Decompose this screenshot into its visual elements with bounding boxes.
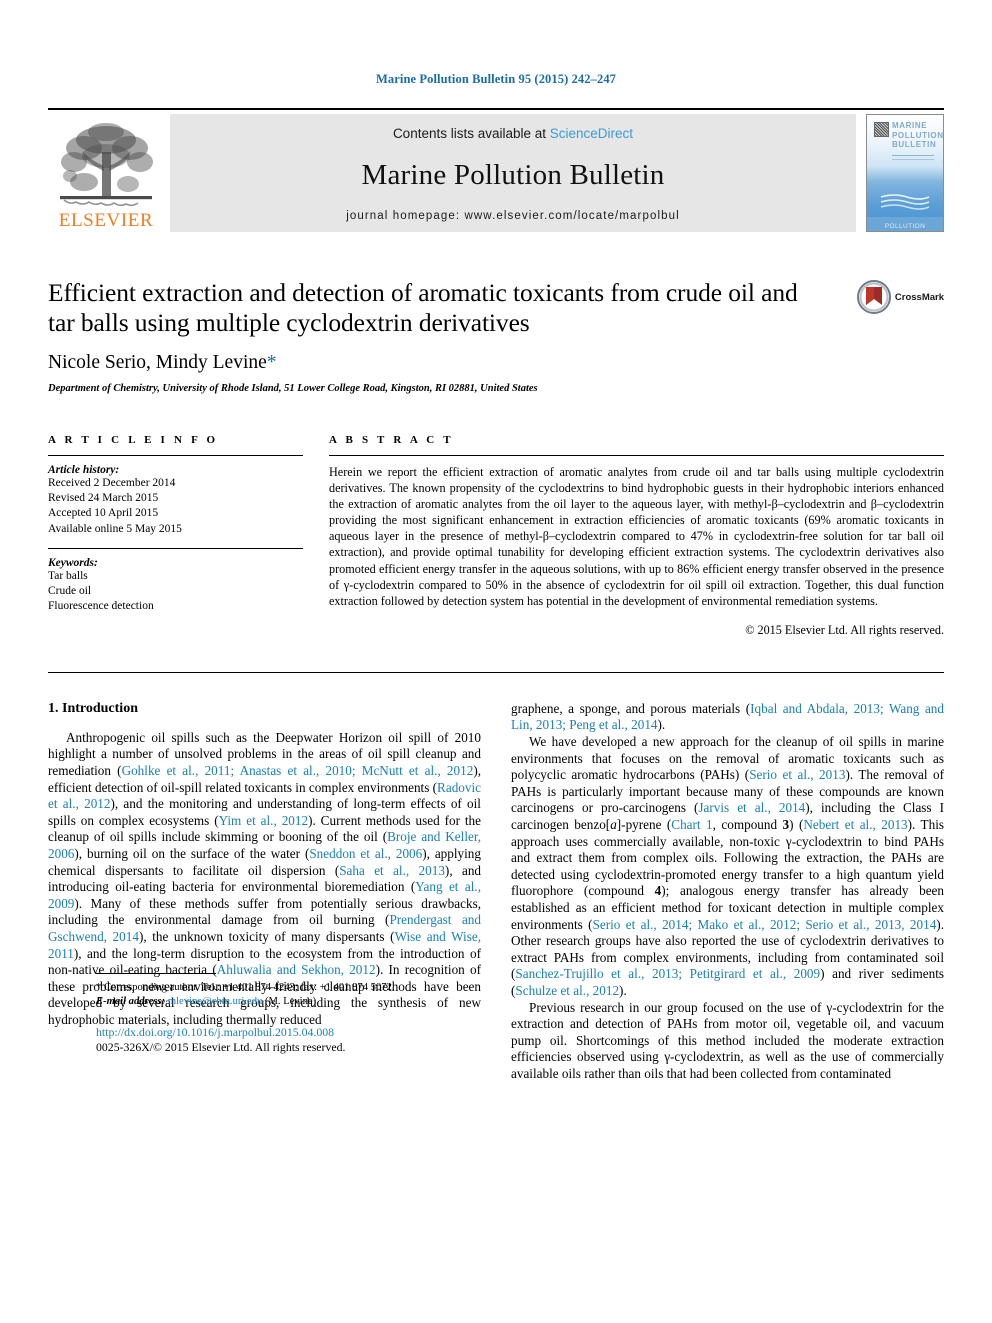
cover-swatch-icon	[874, 122, 889, 137]
author-list: Nicole Serio, Mindy Levine*	[48, 352, 824, 374]
body-columns: 1. Introduction Anthropogenic oil spills…	[48, 701, 944, 1083]
elsevier-wordmark: ELSEVIER	[58, 210, 154, 231]
crossmark-icon	[856, 280, 891, 314]
footnote-corresponding-author: * Corresponding author. Tel.: +1 401 874…	[96, 981, 395, 993]
keyword-item: Fluorescence detection	[48, 600, 154, 613]
citation-link[interactable]: Sanchez-Trujillo et al., 2013; Petitgira…	[515, 966, 820, 981]
journal-title: Marine Pollution Bulletin	[361, 159, 665, 191]
cover-band-label: POLLUTION	[884, 223, 926, 230]
citation-link[interactable]: Sneddon et al., 2006	[309, 846, 422, 861]
author-names: Nicole Serio, Mindy Levine	[48, 352, 267, 373]
article-page: Marine Pollution Bulletin 95 (2015) 242–…	[0, 0, 992, 1323]
article-history-label: Article history:	[48, 464, 120, 476]
cover-rule-2	[892, 159, 934, 160]
journal-cover-thumbnail[interactable]: MARINE POLLUTION BULLETIN POLLUTION	[866, 114, 944, 232]
cover-rule-1	[892, 155, 934, 156]
article-history-online: Available online 5 May 2015	[48, 522, 182, 535]
footnote-rule	[96, 972, 216, 974]
footnote-area: * Corresponding author. Tel.: +1 401 874…	[96, 972, 529, 1055]
cover-title-text: MARINE POLLUTION BULLETIN	[892, 121, 944, 149]
intro-paragraph-3: Previous research in our group focused o…	[511, 999, 944, 1081]
keywords-rule	[48, 547, 303, 549]
keyword-item: Crude oil	[48, 585, 92, 598]
citation-link[interactable]: Radovic et al., 2012	[48, 780, 481, 812]
affiliation: Department of Chemistry, University of R…	[48, 383, 538, 394]
citation-link[interactable]: Schulze et al., 2012	[515, 983, 619, 998]
contents-prefix: Contents lists available at	[392, 126, 550, 141]
citation-link[interactable]: Nebert et al., 2013	[803, 817, 907, 832]
email-suffix: (M. Levine).	[264, 995, 319, 1007]
doi-link[interactable]: http://dx.doi.org/10.1016/j.marpolbul.20…	[96, 1025, 529, 1040]
keywords-label: Keywords:	[48, 556, 98, 569]
info-abstract-section: A R T I C L E I N F O Article history: R…	[48, 434, 944, 638]
body-column-right: graphene, a sponge, and porous materials…	[511, 701, 944, 1083]
abstract-text: Herein we report the efficient extractio…	[329, 465, 944, 608]
email-link[interactable]: mlevine@chm.uri.edu	[168, 996, 262, 1007]
abstract-heading: A B S T R A C T	[329, 434, 454, 446]
crossmark-badge[interactable]: CrossMark	[856, 280, 944, 314]
doi-block: http://dx.doi.org/10.1016/j.marpolbul.20…	[96, 1025, 529, 1055]
cover-waves-icon	[880, 194, 930, 210]
intro-paragraph-1-cont: graphene, a sponge, and porous materials…	[511, 700, 944, 733]
abstract-rule	[329, 455, 944, 456]
citation-link[interactable]: Yim et al., 2012	[219, 813, 308, 828]
article-history-revised: Revised 24 March 2015	[48, 492, 159, 505]
citation-link[interactable]: Jarvis et al., 2014	[698, 800, 805, 815]
corresponding-author-marker[interactable]: *	[267, 352, 277, 373]
footnote-email-line: E-mail address: mlevine@chm.uri.edu (M. …	[96, 995, 529, 1009]
journal-masthead: ELSEVIER Contents lists available at Sci…	[48, 114, 944, 232]
email-label: E-mail address:	[96, 995, 166, 1007]
title-block: Efficient extraction and detection of ar…	[48, 278, 944, 394]
article-history-accepted: Accepted 10 April 2015	[48, 507, 159, 520]
citation-link[interactable]: Serio et al., 2014; Mako et al., 2012; S…	[593, 917, 937, 932]
article-history-received: Received 2 December 2014	[48, 477, 176, 489]
journal-homepage-link[interactable]: journal homepage: www.elsevier.com/locat…	[346, 210, 680, 222]
masthead-center: Contents lists available at ScienceDirec…	[170, 114, 856, 232]
elsevier-logo[interactable]: ELSEVIER	[48, 114, 164, 232]
elsevier-tree-icon	[60, 123, 153, 207]
abstract-column: A B S T R A C T Herein we report the eff…	[329, 434, 944, 638]
issn-copyright-line: 0025-326X/© 2015 Elsevier Ltd. All right…	[96, 1039, 346, 1054]
abstract-copyright: © 2015 Elsevier Ltd. All rights reserved…	[745, 622, 944, 637]
citation-link[interactable]: Yang et al., 2009	[48, 879, 481, 911]
article-info-rule	[48, 455, 303, 456]
masthead-top-rule	[48, 108, 944, 110]
article-info-column: A R T I C L E I N F O Article history: R…	[48, 434, 303, 638]
running-head: Marine Pollution Bulletin 95 (2015) 242–…	[375, 72, 617, 86]
citation-link[interactable]: Saha et al., 2013	[339, 863, 445, 878]
crossmark-label: CrossMark	[894, 291, 944, 303]
page-title: Efficient extraction and detection of ar…	[48, 278, 798, 337]
body-column-left: 1. Introduction Anthropogenic oil spills…	[48, 701, 481, 1083]
body-separator-rule	[48, 671, 944, 673]
citation-link[interactable]: Chart 1	[671, 817, 712, 832]
section-heading-introduction: 1. Introduction	[48, 700, 138, 716]
keyword-item: Tar balls	[48, 569, 88, 582]
sciencedirect-link[interactable]: ScienceDirect	[550, 126, 633, 141]
article-info-heading: A R T I C L E I N F O	[48, 434, 219, 446]
citation-link[interactable]: Gohlke et al., 2011; Anastas et al., 201…	[122, 763, 474, 778]
intro-paragraph-2: We have developed a new approach for the…	[511, 734, 944, 998]
citation-link[interactable]: Serio et al., 2013	[749, 767, 845, 782]
citation-link[interactable]: Iqbal and Abdala, 2013; Wang and Lin, 20…	[511, 701, 944, 733]
contents-available-line: Contents lists available at ScienceDirec…	[393, 126, 633, 141]
